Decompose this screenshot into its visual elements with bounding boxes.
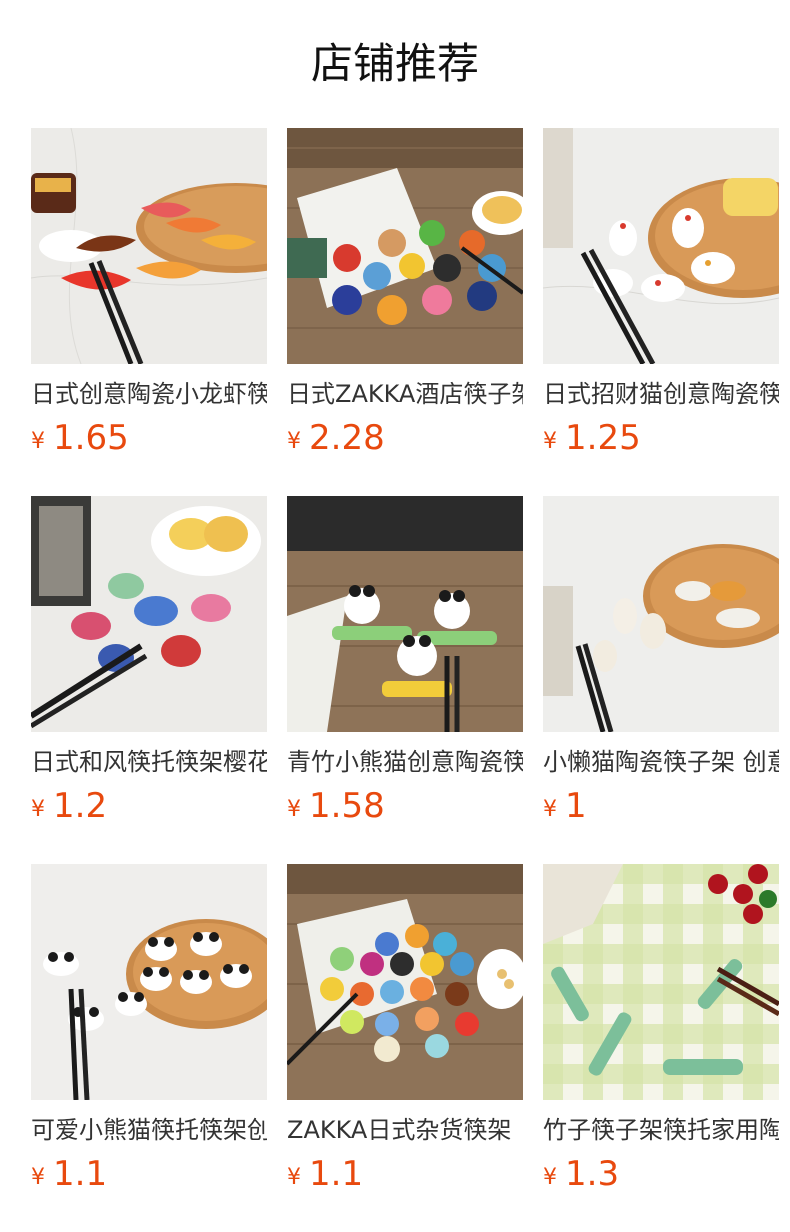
currency-symbol: ¥ xyxy=(543,1165,557,1190)
product-name: 日式创意陶瓷小龙虾筷架 xyxy=(31,380,267,408)
price-amount: 1.25 xyxy=(565,418,641,458)
price-amount: 1.1 xyxy=(53,1154,108,1194)
currency-symbol: ¥ xyxy=(31,429,45,454)
product-name: 青竹小熊猫创意陶瓷筷架 xyxy=(287,748,523,776)
bamboo-chopstick-rest-photo[interactable] xyxy=(543,864,779,1100)
price-amount: 1 xyxy=(565,786,587,826)
product-price: ¥1.3 xyxy=(543,1154,779,1194)
flower-chopstick-rest-photo[interactable] xyxy=(287,864,523,1100)
currency-symbol: ¥ xyxy=(31,1165,45,1190)
product-name: 日式ZAKKA酒店筷子架 xyxy=(287,380,523,408)
product-price: ¥1.25 xyxy=(543,418,779,458)
product-card[interactable]: 可爱小熊猫筷托筷架创意 ¥1.1 xyxy=(31,864,267,1232)
product-card[interactable]: 日式招财猫创意陶瓷筷架 ¥1.25 xyxy=(543,128,779,496)
price-amount: 1.3 xyxy=(565,1154,620,1194)
lucky-cat-chopstick-rest-photo[interactable] xyxy=(543,128,779,364)
currency-symbol: ¥ xyxy=(287,429,301,454)
currency-symbol: ¥ xyxy=(287,797,301,822)
product-price: ¥1.1 xyxy=(287,1154,523,1194)
product-price: ¥1.65 xyxy=(31,418,267,458)
product-card[interactable]: 日式ZAKKA酒店筷子架 ¥2.28 xyxy=(287,128,523,496)
product-card[interactable]: 日式创意陶瓷小龙虾筷架 ¥1.65 xyxy=(31,128,267,496)
koi-fish-chopstick-rest-photo[interactable] xyxy=(31,128,267,364)
product-grid: 日式创意陶瓷小龙虾筷架 ¥1.65 xyxy=(31,128,779,1232)
product-card[interactable]: 小懒猫陶瓷筷子架 创意 ¥1 xyxy=(543,496,779,864)
product-card[interactable]: ZAKKA日式杂货筷架 ¥1.1 xyxy=(287,864,523,1232)
currency-symbol: ¥ xyxy=(31,797,45,822)
product-price: ¥1.2 xyxy=(31,786,267,826)
panda-chopstick-rest-photo[interactable] xyxy=(31,864,267,1100)
product-card[interactable]: 青竹小熊猫创意陶瓷筷架 ¥1.58 xyxy=(287,496,523,864)
product-name: 竹子筷子架筷托家用陶瓷 xyxy=(543,1116,779,1144)
page-title: 店铺推荐 xyxy=(310,39,479,88)
product-price: ¥2.28 xyxy=(287,418,523,458)
price-amount: 1.65 xyxy=(53,418,129,458)
lazy-cat-chopstick-rest-photo[interactable] xyxy=(543,496,779,732)
product-card[interactable]: 日式和风筷托筷架樱花 ¥1.2 xyxy=(31,496,267,864)
currency-symbol: ¥ xyxy=(287,1165,301,1190)
product-name: 小懒猫陶瓷筷子架 创意 xyxy=(543,748,779,776)
product-name: 日式和风筷托筷架樱花 xyxy=(31,748,267,776)
product-card[interactable]: 竹子筷子架筷托家用陶瓷 ¥1.3 xyxy=(543,864,779,1232)
currency-symbol: ¥ xyxy=(543,797,557,822)
price-amount: 1.2 xyxy=(53,786,108,826)
price-amount: 1.58 xyxy=(309,786,385,826)
product-name: 可爱小熊猫筷托筷架创意 xyxy=(31,1116,267,1144)
floral-pebble-chopstick-rest-photo[interactable] xyxy=(31,496,267,732)
panda-bamboo-chopstick-rest-photo[interactable] xyxy=(287,496,523,732)
product-price: ¥1.58 xyxy=(287,786,523,826)
product-price: ¥1 xyxy=(543,786,779,826)
product-name: ZAKKA日式杂货筷架 xyxy=(287,1116,512,1144)
price-amount: 1.1 xyxy=(309,1154,364,1194)
currency-symbol: ¥ xyxy=(543,429,557,454)
product-price: ¥1.1 xyxy=(31,1154,267,1194)
round-bird-chopstick-rest-photo[interactable] xyxy=(287,128,523,364)
product-name: 日式招财猫创意陶瓷筷架 xyxy=(543,380,779,408)
price-amount: 2.28 xyxy=(309,418,385,458)
